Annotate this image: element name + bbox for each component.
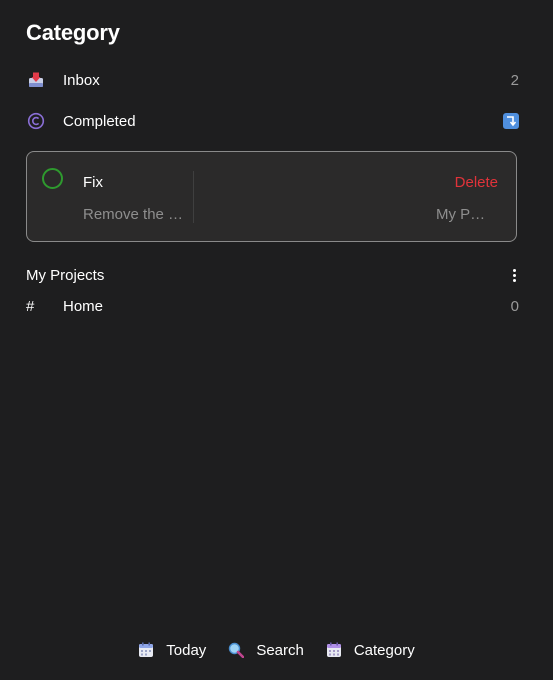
inbox-tray-icon <box>26 70 46 90</box>
nav-item-search[interactable]: Search <box>228 642 304 659</box>
project-label-home: Home <box>63 297 104 315</box>
bottom-nav: Today Search Category <box>0 638 553 662</box>
category-item-inbox[interactable]: Inbox 2 <box>26 68 519 92</box>
category-item-completed[interactable]: Completed <box>26 109 519 133</box>
task-card[interactable]: Fix Remove the b… Delete My Pr… <box>26 151 517 242</box>
nav-item-category[interactable]: Category <box>326 642 415 659</box>
magnifier-icon <box>228 642 245 658</box>
task-complete-checkbox[interactable] <box>42 168 63 189</box>
copyright-circle-icon <box>26 111 46 131</box>
task-divider <box>193 171 194 223</box>
projects-header: My Projects <box>26 264 519 286</box>
calendar-grid-icon <box>326 642 342 658</box>
return-arrow-icon <box>503 113 519 129</box>
page-title: Category <box>26 20 120 45</box>
nav-label-today: Today <box>166 641 207 659</box>
calendar-icon <box>138 642 154 658</box>
delete-button[interactable]: Delete <box>455 174 498 191</box>
project-item-home[interactable]: # Home 0 <box>26 294 519 318</box>
task-title: Fix <box>83 174 103 191</box>
inbox-count: 2 <box>510 71 519 89</box>
projects-title: My Projects <box>26 266 105 284</box>
category-label-completed: Completed <box>63 112 136 130</box>
home-count: 0 <box>510 297 519 315</box>
nav-item-today[interactable]: Today <box>138 642 206 659</box>
nav-label-search: Search <box>256 641 304 659</box>
task-description: Remove the b… <box>83 206 187 223</box>
nav-label-category: Category <box>353 641 415 659</box>
task-project: My Pr… <box>436 206 490 223</box>
hash-icon: # <box>26 297 35 315</box>
more-options-icon[interactable] <box>509 266 519 284</box>
category-label-inbox: Inbox <box>63 71 100 89</box>
